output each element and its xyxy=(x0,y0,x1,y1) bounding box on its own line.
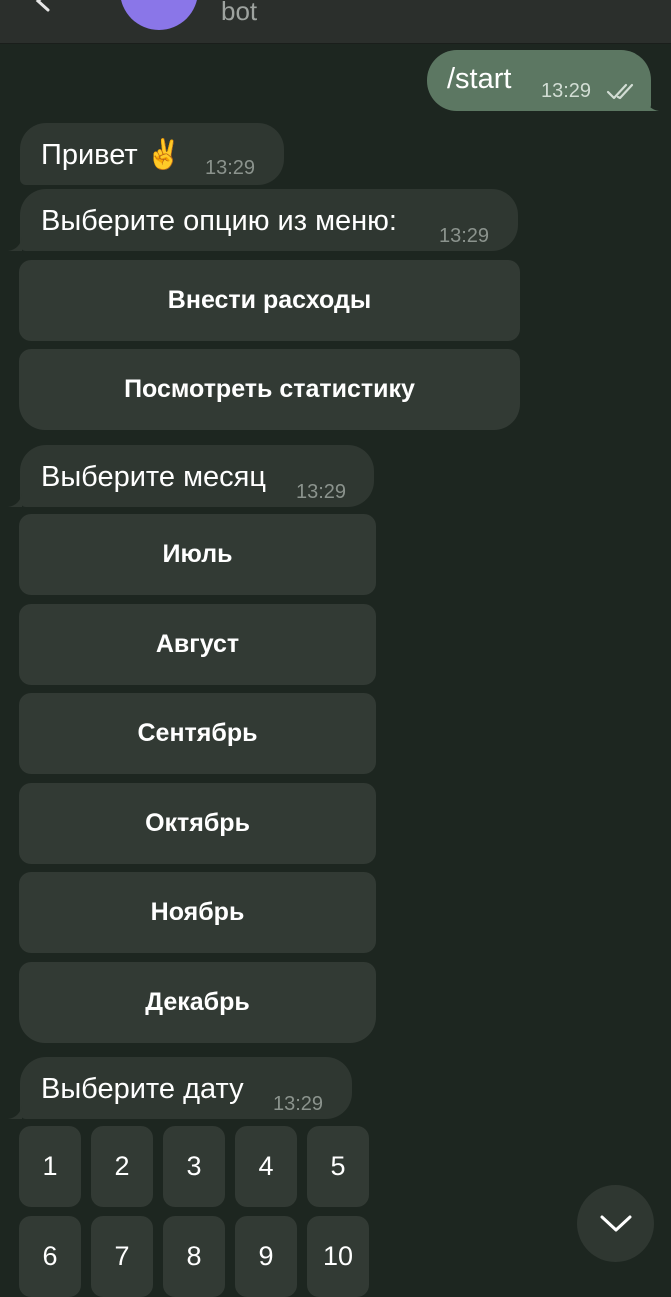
bubble-tail xyxy=(8,237,22,251)
incoming-message[interactable]: Выберите дату 13:29 xyxy=(20,1057,352,1119)
bubble-tail xyxy=(645,97,659,111)
inline-button-date[interactable]: 5 xyxy=(307,1126,369,1207)
inline-button-date[interactable]: 4 xyxy=(235,1126,297,1207)
outgoing-message[interactable]: /start 13:29 xyxy=(427,50,651,111)
inline-button-date[interactable]: 1 xyxy=(19,1126,81,1207)
bubble-tail xyxy=(8,1105,22,1119)
message-text: /start xyxy=(447,63,512,95)
inline-button-date[interactable]: 6 xyxy=(19,1216,81,1297)
message-time: 13:29 xyxy=(273,1093,324,1115)
message-time: 13:29 xyxy=(205,157,256,179)
inline-button-month[interactable]: Ноябрь xyxy=(19,872,376,953)
inline-button-month[interactable]: Июль xyxy=(19,514,376,595)
inline-button-month[interactable]: Август xyxy=(19,604,376,685)
message-text: Выберите дату xyxy=(41,1073,244,1105)
scroll-to-bottom-button[interactable] xyxy=(577,1185,654,1262)
avatar[interactable] xyxy=(120,0,198,30)
bubble-tail xyxy=(8,493,22,507)
inline-button-date[interactable]: 7 xyxy=(91,1216,153,1297)
message-text: Привет ✌️ xyxy=(41,139,182,171)
inline-button-view-statistics[interactable]: Посмотреть статистику xyxy=(19,349,520,430)
more-vert-icon[interactable] xyxy=(622,0,632,10)
message-time: 13:29 xyxy=(541,80,592,102)
chevron-down-icon xyxy=(600,1215,631,1231)
message-text: Выберите месяц xyxy=(41,461,266,493)
incoming-message[interactable]: Выберите опцию из меню: 13:29 xyxy=(20,189,518,251)
back-arrow-icon[interactable] xyxy=(30,0,56,14)
incoming-message[interactable]: Привет ✌️ 13:29 xyxy=(20,123,284,185)
inline-button-month[interactable]: Декабрь xyxy=(19,962,376,1043)
message-time: 13:29 xyxy=(439,225,490,247)
read-double-check-icon xyxy=(606,83,634,100)
inline-button-date[interactable]: 10 xyxy=(307,1216,369,1297)
inline-button-date[interactable]: 3 xyxy=(163,1126,225,1207)
inline-button-month[interactable]: Сентябрь xyxy=(19,693,376,774)
message-time: 13:29 xyxy=(296,481,347,503)
inline-button-date[interactable]: 9 xyxy=(235,1216,297,1297)
inline-button-date[interactable]: 8 xyxy=(163,1216,225,1297)
incoming-message[interactable]: Выберите месяц 13:29 xyxy=(20,445,374,507)
chat-subtitle: bot xyxy=(221,0,258,26)
message-text: Выберите опцию из меню: xyxy=(41,205,397,237)
chat-header: bot xyxy=(0,0,671,44)
inline-button-add-expenses[interactable]: Внести расходы xyxy=(19,260,520,341)
inline-button-date[interactable]: 2 xyxy=(91,1126,153,1207)
inline-button-month[interactable]: Октябрь xyxy=(19,783,376,864)
